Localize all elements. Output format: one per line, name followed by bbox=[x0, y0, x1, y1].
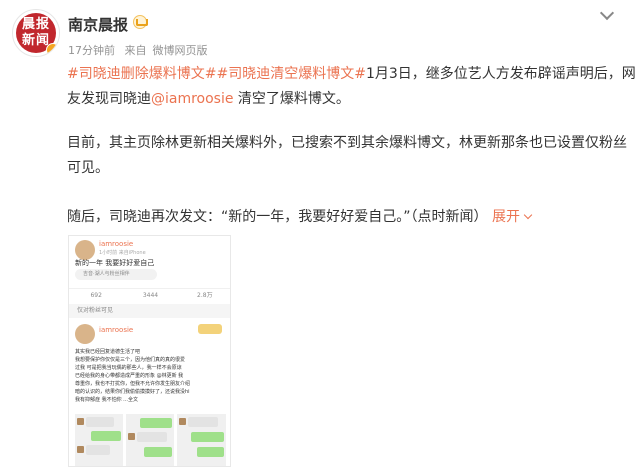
post-meta: 17分钟前 来自 微博网页版 bbox=[68, 42, 214, 58]
post-text: 随后，司晓迪再次发文：“新的一年，我要好好爱自己。”（点时新闻） bbox=[67, 209, 488, 225]
embedded-text: 新的一年 我要好好爱自己 bbox=[75, 259, 155, 267]
embedded-avatar bbox=[75, 240, 95, 260]
text-line: 暗的认识的，结果你们我偷偷摸摸好了，还说我没hi bbox=[75, 389, 190, 395]
text-line: 我有抑郁症 我不怕你 ...全文 bbox=[75, 397, 138, 403]
chat-avatar bbox=[77, 418, 84, 425]
embedded-long-text: 其实我已经回复道德生活了吧 我想要保护你仅仅是三个，因为他们真的真的很爱 过我 … bbox=[75, 348, 225, 404]
text-line: 过我 可是把我当玩偶的那些人，我一样不会原谅 bbox=[75, 365, 182, 371]
text-line: 我想要保护你仅仅是三个，因为他们真的真的很爱 bbox=[75, 357, 186, 363]
chat-avatar bbox=[128, 433, 135, 440]
embedded-post-card-2: iamroosie 其实我已经回复道德生活了吧 我想要保护你仅仅是三个，因为他们… bbox=[69, 318, 230, 466]
post-time[interactable]: 17分钟前 bbox=[68, 44, 115, 57]
embedded-device: 1小时前 来自iPhone bbox=[99, 250, 146, 256]
post-paragraph-2: 目前，其主页除林更新相关爆料外，已搜索不到其余爆料博文，林更新那条也已设置仅粉丝… bbox=[67, 135, 627, 176]
chat-bubble bbox=[91, 431, 121, 441]
embedded-avatar bbox=[75, 324, 95, 344]
embedded-stats: 692 3444 2.8万 bbox=[69, 288, 230, 302]
topic-link[interactable]: #司晓迪删除爆料博文# bbox=[67, 66, 216, 82]
comment-count: 3444 bbox=[142, 292, 159, 299]
chat-bubble bbox=[188, 417, 218, 427]
embedded-post-card: iamroosie 1小时前 来自iPhone 新的一年 我要好好爱自己 吉音·… bbox=[69, 236, 230, 304]
source-prefix: 来自 bbox=[124, 44, 147, 57]
chat-bubble bbox=[191, 432, 224, 442]
chat-thumbnail bbox=[177, 414, 226, 466]
text-line: 尊重你，我也不打扰你，但我不允许你发生朋友介绍 bbox=[75, 381, 191, 387]
expand-label: 展开 bbox=[491, 209, 520, 225]
verified-badge-icon bbox=[46, 43, 59, 56]
expand-button[interactable]: 展开 bbox=[491, 209, 533, 225]
embedded-name: iamroosie bbox=[99, 240, 134, 248]
chat-avatar bbox=[77, 446, 84, 453]
chat-bubble bbox=[86, 417, 114, 427]
mention-link[interactable]: @iamroosie bbox=[151, 91, 233, 107]
embedded-name: iamroosie bbox=[99, 326, 134, 334]
author-name[interactable]: 南京晨报 bbox=[68, 14, 128, 35]
post-paragraph-3: 随后，司晓迪再次发文：“新的一年，我要好好爱自己。”（点时新闻） 展开 bbox=[67, 205, 637, 230]
post-image[interactable]: iamroosie 1小时前 来自iPhone 新的一年 我要好好爱自己 吉音·… bbox=[68, 235, 231, 467]
like-count: 2.8万 bbox=[197, 292, 213, 299]
post-paragraph-1: #司晓迪删除爆料博文##司晓迪清空爆料博文#1月3日，继多位艺人方发布辟谣声明后… bbox=[67, 62, 637, 112]
topic-link[interactable]: #司晓迪清空爆料博文# bbox=[216, 66, 365, 82]
member-crown-icon bbox=[133, 15, 148, 29]
post-text: 清空了爆料博文。 bbox=[233, 91, 350, 107]
text-line: 已经给我的身心带都造成严重的形象 @林更新 我 bbox=[75, 373, 184, 379]
sticker-icon bbox=[198, 324, 222, 334]
chat-bubble bbox=[197, 447, 224, 457]
author-avatar[interactable]: 晨报 新闻 bbox=[12, 9, 60, 57]
embedded-source: 吉音·湖人与粉丝相伴 bbox=[75, 269, 157, 280]
text-line: 其实我已经回复道德生活了吧 bbox=[75, 349, 141, 355]
chat-bubble bbox=[140, 418, 172, 428]
chat-bubble bbox=[137, 432, 167, 442]
chat-thumbnail bbox=[126, 414, 174, 466]
chat-thumbnail bbox=[75, 414, 123, 466]
chevron-down-icon bbox=[523, 210, 533, 220]
chat-bubble bbox=[86, 445, 110, 455]
post-source: 微博网页版 bbox=[152, 44, 208, 57]
chat-bubble bbox=[144, 447, 172, 457]
chat-avatar bbox=[179, 418, 186, 425]
chevron-down-icon[interactable] bbox=[599, 5, 615, 21]
fans-only-tip: 仅对粉丝可见 bbox=[69, 304, 230, 318]
repost-count: 692 bbox=[90, 292, 102, 299]
